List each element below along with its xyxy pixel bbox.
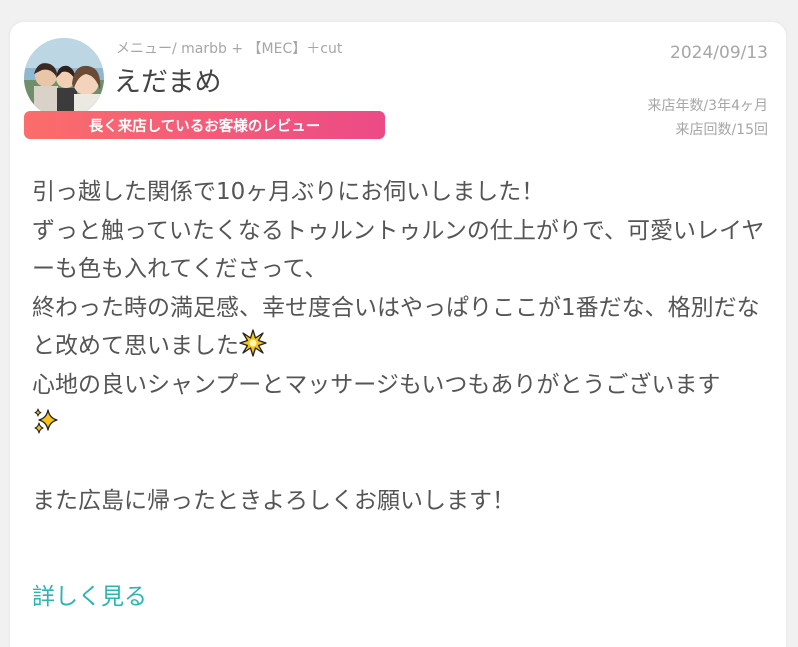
visit-count: 来店回数/15回 — [675, 122, 768, 138]
sparkles-icon — [32, 407, 60, 435]
review-card: メニュー/ marbb + 【MEC】＋cut えだまめ 2024/09/13 … — [10, 22, 786, 647]
review-line-text: 終わった時の満足感、幸せ度合いはやっぱりここが1番だな、格別だなと改めて思いまし… — [32, 294, 760, 360]
review-line: また広島に帰ったときよろしくお願いします！ — [32, 487, 515, 514]
review-body: 引っ越した関係で10ヶ月ぶりにお伺いしました！ ずっと触っていたくなるトゥルント… — [32, 173, 772, 520]
review-line — [32, 405, 772, 444]
sparkle-burst-icon — [239, 329, 267, 358]
user-name: えだまめ — [114, 67, 222, 98]
review-date: 2024/09/13 — [670, 43, 768, 63]
review-line: 終わった時の満足感、幸せ度合いはやっぱりここが1番だな、格別だなと改めて思いまし… — [32, 289, 772, 366]
visit-years: 来店年数/3年4ヶ月 — [647, 98, 768, 114]
read-more-link[interactable]: 詳しく見る — [32, 577, 147, 611]
review-line: 心地の良いシャンプーとマッサージもいつもありがとうございます — [32, 371, 721, 398]
long-term-customer-badge: 長く来店しているお客様のレビュー — [24, 111, 385, 139]
menu-text: メニュー/ marbb + 【MEC】＋cut — [116, 41, 343, 57]
avatar — [24, 38, 104, 118]
review-line: ずっと触っていたくなるトゥルントゥルンの仕上がりで、可愛いレイヤーも色も入れてく… — [32, 217, 765, 283]
review-line: 引っ越した関係で10ヶ月ぶりにお伺いしました！ — [32, 179, 545, 205]
